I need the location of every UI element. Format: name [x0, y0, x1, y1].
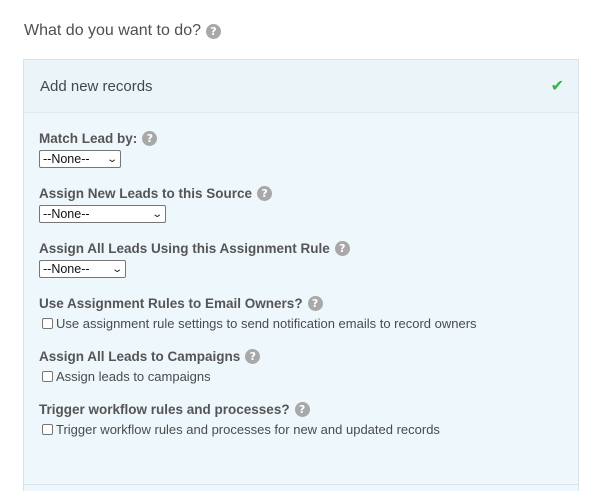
panel-divider [24, 484, 578, 485]
match-lead-label-text: Match Lead by: [39, 130, 138, 146]
question-text: What do you want to do? [24, 22, 201, 39]
email-owners-checkbox[interactable] [42, 318, 53, 329]
campaigns-checkbox-row[interactable]: Assign leads to campaigns [39, 369, 563, 384]
panel-header[interactable]: Add new records ✔ [24, 60, 578, 113]
email-owners-field: Use Assignment Rules to Email Owners? ? … [39, 292, 563, 331]
question-heading: What do you want to do? ? [24, 22, 221, 40]
workflow-label-text: Trigger workflow rules and processes? [39, 401, 290, 417]
match-lead-field: Match Lead by: ? --None-- ⌄ [39, 127, 563, 168]
match-lead-select[interactable]: --None-- ⌄ [39, 150, 121, 168]
help-icon[interactable]: ? [257, 185, 273, 201]
email-owners-checkbox-row[interactable]: Use assignment rule settings to send not… [39, 316, 563, 331]
help-icon[interactable]: ? [307, 295, 323, 311]
email-owners-label-text: Use Assignment Rules to Email Owners? [39, 295, 303, 311]
campaigns-label-text: Assign All Leads to Campaigns [39, 348, 241, 364]
source-field: Assign New Leads to this Source ? --None… [39, 182, 563, 223]
email-owners-label: Use Assignment Rules to Email Owners? ? [39, 292, 563, 314]
assignment-rule-select[interactable]: --None-- ⌄ [39, 260, 126, 278]
match-lead-label: Match Lead by: ? [39, 127, 563, 149]
source-select-value: --None-- [43, 207, 90, 221]
workflow-checkbox[interactable] [42, 424, 53, 435]
page: What do you want to do? ? Add new record… [0, 0, 591, 491]
workflow-checkbox-row[interactable]: Trigger workflow rules and processes for… [39, 422, 563, 437]
help-icon[interactable]: ? [142, 130, 158, 146]
match-lead-select-value: --None-- [43, 152, 90, 166]
chevron-down-icon: ⌄ [105, 153, 118, 165]
panel-title: Add new records [40, 77, 153, 95]
help-icon[interactable]: ? [245, 348, 261, 364]
help-icon[interactable]: ? [334, 240, 350, 256]
campaigns-checkbox-label[interactable]: Assign leads to campaigns [56, 369, 211, 384]
assignment-rule-label-text: Assign All Leads Using this Assignment R… [39, 240, 330, 256]
assignment-rule-label: Assign All Leads Using this Assignment R… [39, 237, 563, 259]
help-icon[interactable]: ? [294, 401, 310, 417]
help-icon[interactable]: ? [206, 23, 221, 39]
email-owners-checkbox-label[interactable]: Use assignment rule settings to send not… [56, 316, 477, 331]
assignment-rule-field: Assign All Leads Using this Assignment R… [39, 237, 563, 278]
workflow-label: Trigger workflow rules and processes? ? [39, 398, 563, 420]
workflow-field: Trigger workflow rules and processes? ? … [39, 398, 563, 437]
assignment-rule-select-value: --None-- [43, 262, 90, 276]
campaigns-field: Assign All Leads to Campaigns ? Assign l… [39, 345, 563, 384]
add-new-records-panel: Add new records ✔ Match Lead by: ? --Non… [23, 59, 579, 491]
source-select[interactable]: --None-- ⌄ [39, 205, 166, 223]
campaigns-label: Assign All Leads to Campaigns ? [39, 345, 563, 367]
workflow-checkbox-label[interactable]: Trigger workflow rules and processes for… [56, 422, 440, 437]
source-label: Assign New Leads to this Source ? [39, 182, 563, 204]
panel-body: Match Lead by: ? --None-- ⌄ Assign New L… [24, 113, 578, 437]
source-label-text: Assign New Leads to this Source [39, 185, 253, 201]
chevron-down-icon: ⌄ [110, 263, 123, 275]
check-icon: ✔ [550, 78, 564, 95]
campaigns-checkbox[interactable] [42, 371, 53, 382]
chevron-down-icon: ⌄ [150, 208, 163, 220]
